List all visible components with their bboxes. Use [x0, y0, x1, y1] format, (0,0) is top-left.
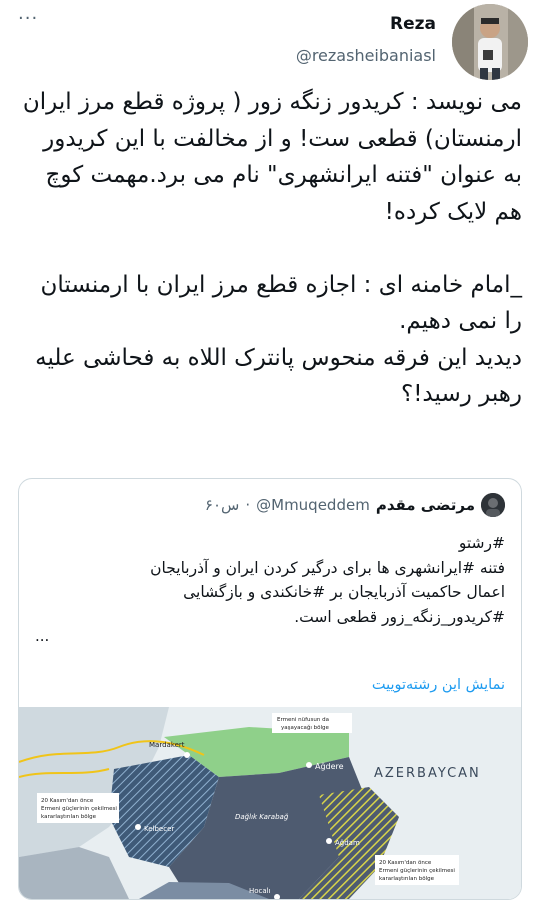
svg-text:kararlaştırılan bölge: kararlaştırılan bölge — [41, 814, 97, 820]
quoted-tweet-header: مرتضی مقدم @Mmuqeddem · ۶۰س — [205, 493, 505, 517]
quoted-map-image[interactable]: Mardakert Ağdere Kelbecer Dağlık Karabağ… — [19, 707, 521, 899]
city-dot-agdam — [326, 838, 332, 844]
show-thread-link[interactable]: نمایش این رشته‌توییت — [372, 677, 505, 693]
country-label: AZERBAYCAN — [374, 766, 481, 781]
author-handle[interactable]: @rezasheibaniasl — [296, 46, 436, 65]
tweet-text: می نویسد : کریدور زنگه زور ( پروژه قطع م… — [22, 89, 522, 407]
city-label-agdam: Ağdam — [335, 839, 360, 847]
city-dot-agdere — [306, 762, 312, 768]
svg-text:Ermeni güçlerinin çekilmesi: Ermeni güçlerinin çekilmesi — [41, 806, 117, 812]
callout-top-line2: yaşayacağı bölge — [281, 724, 330, 731]
quoted-tweet[interactable]: مرتضی مقدم @Mmuqeddem · ۶۰س #رشتو فتنه #… — [18, 478, 522, 900]
callout-top-line1: Ermeni nüfusun da — [277, 717, 329, 723]
more-options-icon[interactable]: ··· — [18, 8, 38, 29]
quoted-author-name[interactable]: مرتضی مقدم — [376, 496, 475, 514]
quoted-author-handle[interactable]: @Mmuqeddem — [256, 496, 370, 514]
separator-dot: · — [245, 496, 251, 514]
quoted-time: ۶۰س — [204, 496, 240, 514]
svg-text:20 Kasım'dan önce: 20 Kasım'dan önce — [41, 798, 94, 804]
tweet-header: ··· Reza @rezasheibaniasl — [0, 0, 540, 82]
city-label-mardakert: Mardakert — [149, 741, 185, 749]
svg-text:20 Kasım'dan önce: 20 Kasım'dan önce — [379, 860, 432, 866]
city-label-kelbecer: Kelbecer — [144, 825, 174, 833]
svg-text:Ermeni güçlerinin çekilmesi: Ermeni güçlerinin çekilmesi — [379, 868, 455, 874]
city-label-hocali: Hocalı — [249, 887, 271, 895]
author-avatar[interactable] — [452, 4, 528, 80]
quoted-author-avatar[interactable] — [481, 493, 505, 517]
author-name[interactable]: Reza — [390, 14, 436, 34]
city-dot-kelbecer — [135, 824, 141, 830]
city-label-agdere: Ağdere — [315, 762, 344, 771]
city-label-karabakh: Dağlık Karabağ — [235, 813, 289, 821]
truncation-ellipsis: ... — [35, 627, 50, 645]
city-dot-mardakert — [184, 752, 190, 758]
quoted-tweet-text: #رشتو فتنه #ایرانشهری ها برای درگیر کردن… — [150, 534, 505, 626]
svg-text:kararlaştırılan bölge: kararlaştırılan bölge — [379, 876, 435, 882]
